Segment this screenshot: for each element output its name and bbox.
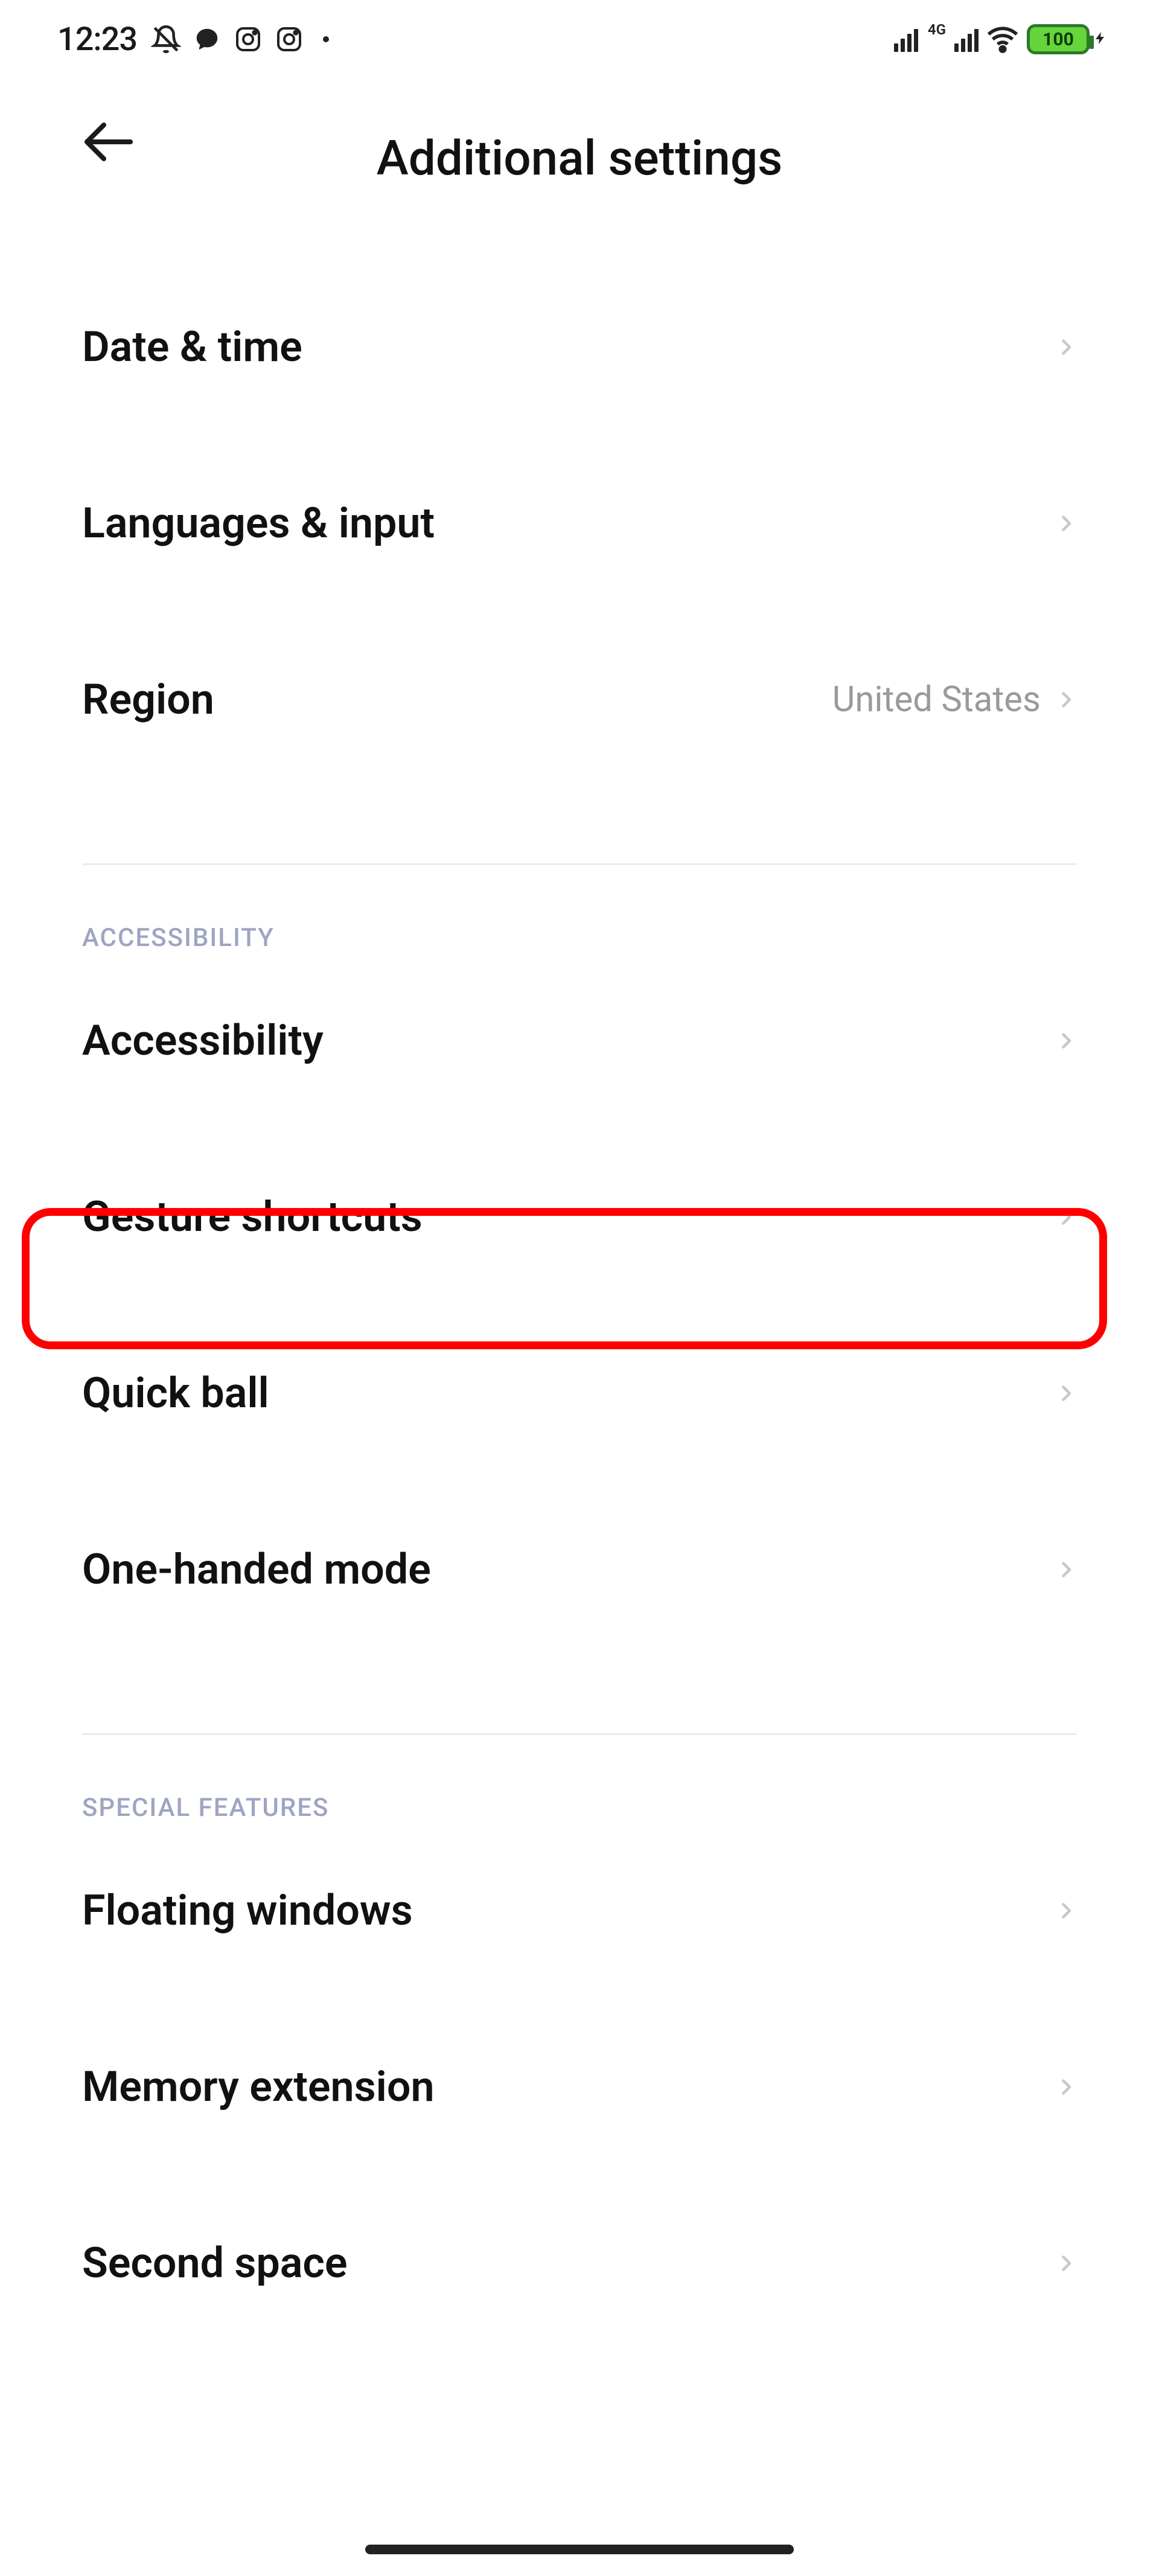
- row-label: Second space: [82, 2239, 348, 2288]
- signal-icon: [894, 27, 918, 52]
- page-header: Additional settings: [0, 78, 1159, 259]
- row-label: Date & time: [82, 322, 302, 372]
- chevron-right-icon: [1055, 2252, 1077, 2274]
- row-date-time[interactable]: Date & time: [0, 259, 1159, 435]
- chevron-right-icon: [1055, 336, 1077, 358]
- row-label: Accessibility: [82, 1016, 324, 1066]
- row-memory-extension[interactable]: Memory extension: [0, 1999, 1159, 2175]
- row-floating-windows[interactable]: Floating windows: [0, 1823, 1159, 1999]
- wifi-icon: [986, 22, 1020, 56]
- row-quick-ball[interactable]: Quick ball: [0, 1305, 1159, 1481]
- status-clock: 12:23: [57, 21, 137, 59]
- chevron-right-icon: [1055, 1382, 1077, 1404]
- row-label: Memory extension: [82, 2062, 435, 2112]
- back-button[interactable]: [78, 112, 139, 172]
- chevron-right-icon: [1055, 1206, 1077, 1228]
- charging-bolt-icon: [1093, 26, 1108, 53]
- chevron-right-icon: [1055, 2076, 1077, 2098]
- row-label: One-handed mode: [82, 1545, 431, 1594]
- chevron-right-icon: [1055, 1030, 1077, 1052]
- row-label: Gesture shortcuts: [82, 1192, 423, 1242]
- row-value: United States: [832, 679, 1041, 720]
- status-right: 4G 100: [894, 22, 1108, 56]
- more-dot-icon: [323, 36, 329, 42]
- battery-percent: 100: [1042, 29, 1074, 50]
- page-title: Additional settings: [377, 130, 783, 187]
- row-languages-input[interactable]: Languages & input: [0, 435, 1159, 612]
- chevron-right-icon: [1055, 1900, 1077, 1922]
- row-label: Floating windows: [82, 1886, 413, 1935]
- arrow-left-icon: [80, 113, 138, 171]
- chevron-right-icon: [1055, 513, 1077, 534]
- instagram-icon: [273, 24, 305, 55]
- status-left: 12:23: [57, 21, 329, 59]
- instagram-icon: [232, 24, 264, 55]
- network-type-label: 4G: [928, 22, 946, 37]
- chevron-right-icon: [1055, 1559, 1077, 1580]
- battery-icon: 100: [1027, 24, 1108, 54]
- chevron-right-icon: [1055, 689, 1077, 711]
- row-one-handed-mode[interactable]: One-handed mode: [0, 1481, 1159, 1658]
- status-bar: 12:23: [0, 0, 1159, 78]
- row-label: Languages & input: [82, 499, 435, 548]
- row-accessibility[interactable]: Accessibility: [0, 953, 1159, 1129]
- section-special-features: SPECIAL FEATURES: [0, 1735, 1159, 1823]
- row-region[interactable]: Region United States: [0, 612, 1159, 788]
- signal-icon: [954, 27, 979, 52]
- chat-bubble-icon: [191, 24, 223, 55]
- row-label: Quick ball: [82, 1369, 269, 1418]
- home-indicator[interactable]: [365, 2545, 794, 2554]
- row-label: Region: [82, 675, 214, 724]
- bell-muted-icon: [150, 24, 182, 55]
- row-second-space[interactable]: Second space: [0, 2175, 1159, 2351]
- row-gesture-shortcuts[interactable]: Gesture shortcuts: [0, 1129, 1159, 1305]
- section-accessibility: ACCESSIBILITY: [0, 865, 1159, 953]
